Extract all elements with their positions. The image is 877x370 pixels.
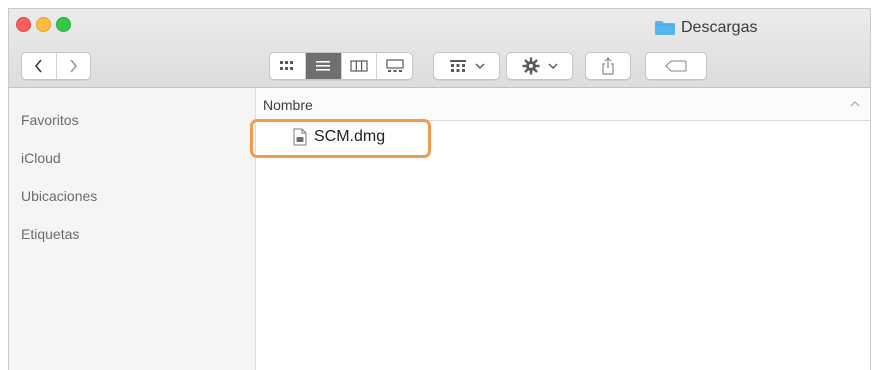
icon-view-button[interactable] [270, 53, 305, 79]
sidebar-item-icloud[interactable]: iCloud [21, 150, 61, 166]
back-button[interactable] [22, 53, 56, 79]
column-header-label: Nombre [263, 97, 313, 113]
folder-icon [655, 21, 675, 35]
column-view-icon [350, 60, 368, 72]
view-mode-selector [269, 52, 413, 80]
arrange-icon [449, 60, 466, 72]
window-title-text: Descargas [681, 19, 758, 36]
chevron-down-icon [547, 63, 558, 70]
column-view-button[interactable] [340, 53, 377, 79]
highlight-box [250, 119, 431, 158]
arrange-button[interactable] [433, 52, 500, 80]
action-button[interactable] [506, 52, 573, 80]
finder-window: Descargas Favoritos iCloud Ubicaciones E… [8, 8, 871, 370]
sidebar-item-etiquetas[interactable]: Etiquetas [21, 226, 79, 242]
sidebar-item-ubicaciones[interactable]: Ubicaciones [21, 188, 97, 204]
gallery-view-icon [386, 59, 404, 72]
gear-icon [522, 57, 539, 75]
tag-icon [665, 60, 687, 72]
chevron-down-icon [474, 63, 485, 70]
share-button[interactable] [585, 52, 631, 80]
sidebar: Favoritos iCloud Ubicaciones Etiquetas [9, 88, 256, 370]
list-view-icon [316, 61, 331, 71]
window-title: Descargas [654, 17, 757, 39]
forward-button[interactable] [55, 53, 91, 79]
navigation-buttons [21, 52, 91, 80]
chevron-left-icon [34, 59, 42, 73]
toolbar: Descargas [9, 9, 870, 88]
share-icon [602, 57, 614, 75]
list-view-button[interactable] [304, 53, 341, 79]
gallery-view-button[interactable] [376, 53, 412, 79]
sort-ascending-icon [850, 101, 860, 107]
minimize-window-button[interactable] [36, 17, 51, 32]
tags-button[interactable] [645, 52, 707, 80]
maximize-window-button[interactable] [56, 17, 71, 32]
icon-view-icon [280, 61, 294, 70]
chevron-right-icon [70, 59, 78, 73]
sidebar-item-favoritos[interactable]: Favoritos [21, 112, 79, 128]
column-header-nombre[interactable]: Nombre [256, 88, 870, 121]
close-window-button[interactable] [16, 17, 31, 32]
